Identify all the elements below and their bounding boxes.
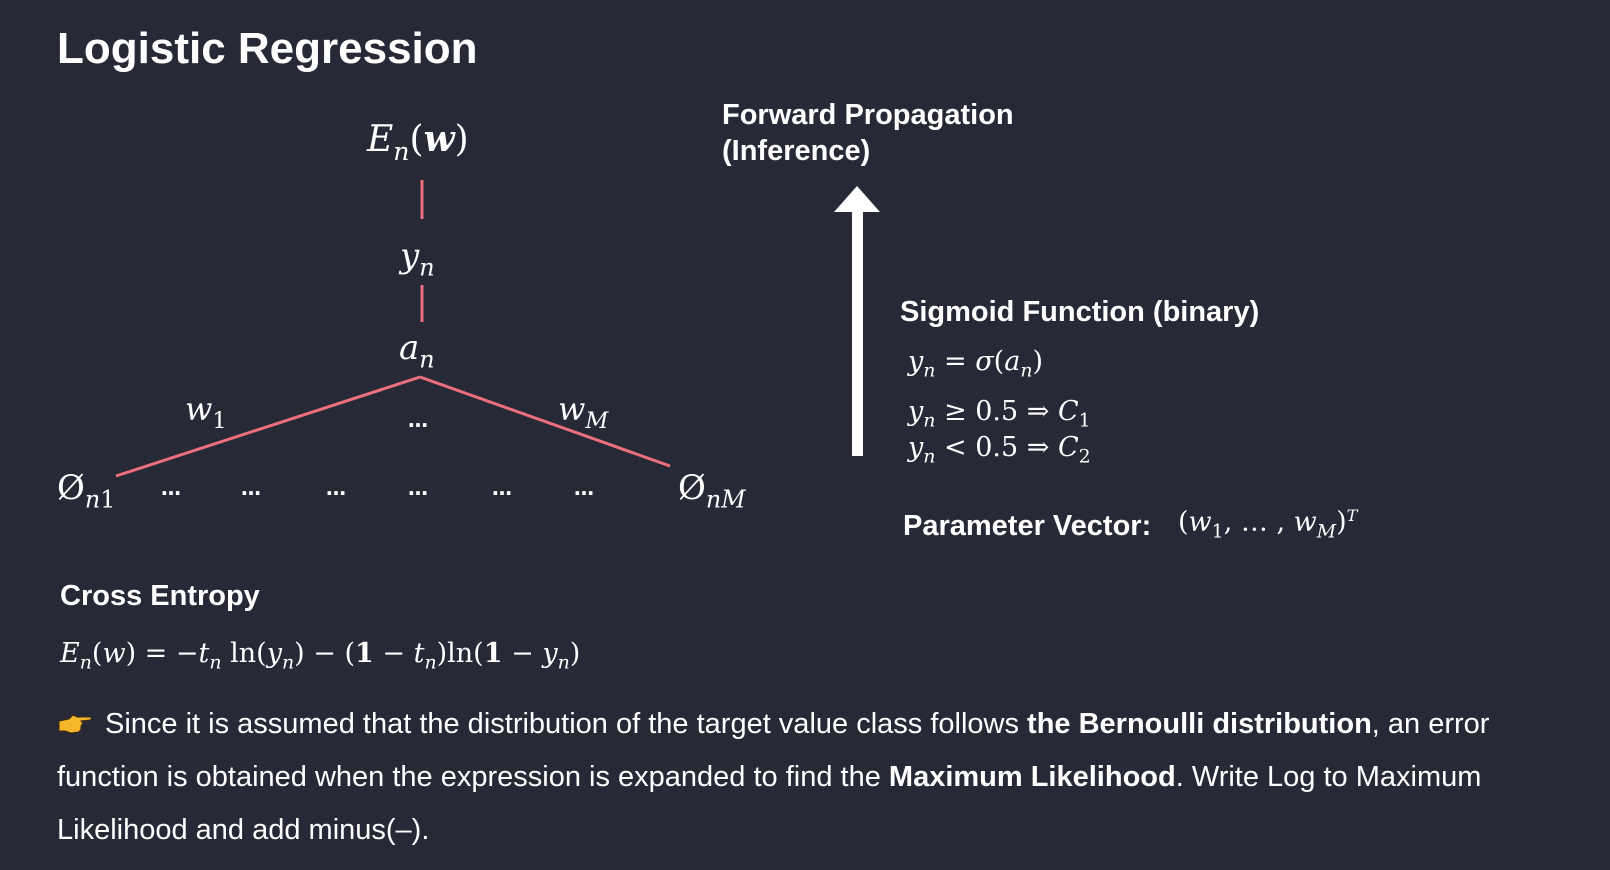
arrow-head [834, 186, 880, 212]
sigmoid-equation: yn = σ(an) [908, 346, 1044, 382]
activation-node: an [399, 328, 435, 374]
forward-propagation-label: Forward Propagation (Inference) [722, 97, 1014, 169]
input-node-last: ØnM [678, 468, 746, 514]
arrow-shaft [852, 210, 863, 456]
forward-label-line2: (Inference) [722, 135, 871, 167]
weight-last-label: wM [558, 390, 609, 434]
class-rule-1: yn ≥ 0.5 ⇒ C1 [908, 396, 1091, 432]
ellipsis-middle: … [408, 408, 429, 432]
input-node-first: Øn1 [57, 468, 116, 514]
input-ellipsis: … [241, 476, 262, 500]
input-ellipsis: … [161, 476, 182, 500]
class-rule-2: yn < 0.5 ⇒ C2 [908, 432, 1091, 468]
edge-input-first [115, 375, 421, 478]
sigmoid-heading: Sigmoid Function (binary) [900, 296, 1260, 328]
explanation-bold-2: Maximum Likelihood [888, 761, 1176, 793]
forward-label-line1: Forward Propagation [722, 99, 1014, 131]
parameter-vector-value: (w1, … , wM)T [1178, 506, 1358, 543]
input-ellipsis: … [492, 476, 513, 500]
pointing-hand-icon [58, 714, 92, 734]
cross-entropy-formula: En(w) = −tn ln(yn) − (1 − tn)ln(1 − yn) [60, 638, 581, 674]
input-ellipsis: … [408, 476, 429, 500]
cross-entropy-heading: Cross Entropy [60, 580, 260, 612]
explanation-bold-1: the Bernoulli distribution [1027, 708, 1372, 740]
parameter-vector-label: Parameter Vector: [903, 510, 1152, 542]
explanation-paragraph: Since it is assumed that the distributio… [57, 698, 1557, 857]
weight-first-label: w1 [185, 390, 227, 434]
output-node: yn [400, 236, 435, 282]
input-ellipsis: … [574, 476, 595, 500]
explanation-text-1: Since it is assumed that the distributio… [105, 708, 1028, 740]
edge-input-last [419, 375, 671, 468]
error-node: En(w) [367, 118, 469, 166]
input-ellipsis: … [326, 476, 347, 500]
